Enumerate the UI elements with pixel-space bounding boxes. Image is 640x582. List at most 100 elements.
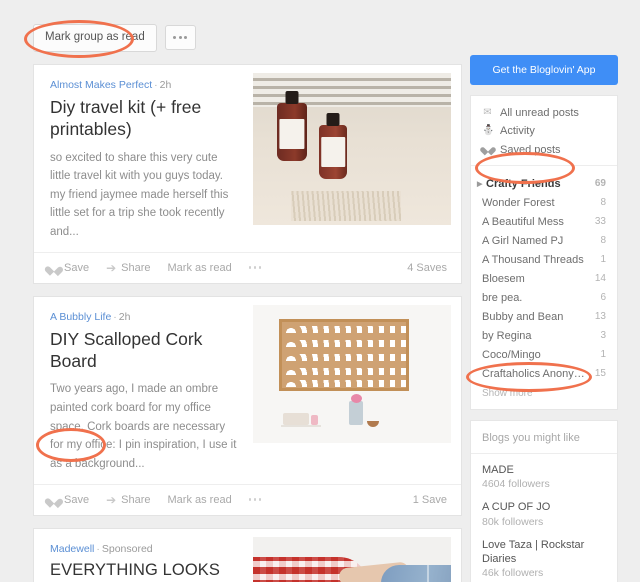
blog-row[interactable]: Coco/Mingo 1: [471, 345, 617, 364]
post-title[interactable]: Diy travel kit (+ free printables): [50, 96, 237, 141]
post-body: A Bubbly Life · 2h DIY Scalloped Cork Boar…: [34, 296, 461, 484]
blog-unread-count: 8: [600, 235, 606, 246]
get-app-button[interactable]: Get the Bloglovin' App: [470, 55, 618, 85]
suggested-blog-name: MADE: [482, 464, 514, 476]
blog-name: by Regina: [482, 329, 532, 342]
share-label: Share: [121, 261, 151, 274]
blog-unread-count: 6: [600, 292, 606, 303]
post-source-separator: ·: [113, 310, 117, 323]
share-arrow-icon: ➔: [106, 260, 117, 275]
ellipsis-icon: [173, 36, 188, 40]
post-more-icon[interactable]: [248, 266, 262, 269]
post-body: Madewell·Sponsored EVERYTHING LOOKS BETT…: [34, 528, 461, 582]
blog-row[interactable]: A Girl Named PJ 8: [471, 231, 617, 250]
heart-icon: [48, 494, 59, 505]
save-count: 1 Save: [412, 493, 447, 506]
suggestions-panel: Blogs you might like MADE 4604 followers…: [470, 420, 618, 582]
post-more-icon[interactable]: [248, 498, 262, 501]
blog-group-list: ▶ Crafty Friends 69 Wonder Forest 8 A Be…: [471, 166, 617, 409]
blog-name: Craftaholics Anonym...: [482, 367, 589, 380]
cork-board-photo: [253, 304, 451, 443]
sidebar-item-saved-posts[interactable]: Saved posts: [471, 140, 617, 159]
heart-icon: [48, 262, 59, 273]
blog-group-count: 69: [594, 178, 606, 189]
post-body: Almost Makes Perfect · 2h Diy travel kit (…: [34, 64, 461, 252]
suggested-blog[interactable]: MADE 4604 followers: [471, 454, 617, 491]
blog-row[interactable]: bre pea. 6: [471, 288, 617, 307]
feed-column: Mark group as read Almost Makes Perfect ·…: [33, 0, 462, 582]
share-button[interactable]: ➔ Share: [106, 494, 150, 506]
right-sidebar: Get the Bloglovin' App ✉ All unread post…: [470, 0, 618, 582]
post-source-line: Almost Makes Perfect · 2h: [50, 79, 237, 91]
blog-row[interactable]: Bloesem 14: [471, 269, 617, 288]
suggestions-title: Blogs you might like: [471, 421, 617, 454]
post-action-bar: Save ➔ Share Mark as read 4 Saves: [34, 251, 461, 283]
post-thumbnail[interactable]: [253, 64, 461, 252]
sidebar-item-label: All unread posts: [500, 107, 579, 119]
suggested-blog[interactable]: Love Taza | Rockstar Diaries 46k followe…: [471, 529, 617, 581]
post-card[interactable]: Almost Makes Perfect · 2h Diy travel kit (…: [33, 63, 462, 284]
blog-row[interactable]: Bubby and Bean 13: [471, 307, 617, 326]
blog-row[interactable]: A Beautiful Mess 33: [471, 212, 617, 231]
person-icon: ⛄: [482, 125, 495, 136]
blog-row[interactable]: by Regina 3: [471, 326, 617, 345]
post-source-separator: ·: [154, 78, 158, 91]
post-excerpt: so excited to share this very cute littl…: [50, 151, 229, 239]
mark-as-read-button[interactable]: Mark as read: [168, 262, 232, 274]
show-more-link[interactable]: Show more: [471, 383, 617, 409]
post-source-name[interactable]: Almost Makes Perfect: [50, 79, 152, 91]
suggested-blog-followers: 80k followers: [482, 515, 544, 528]
blog-name: A Thousand Threads: [482, 253, 584, 266]
post-title[interactable]: EVERYTHING LOOKS BETTER IN BLUE: [50, 560, 237, 582]
blog-group-crafty-friends[interactable]: ▶ Crafty Friends 69: [471, 174, 617, 193]
post-title[interactable]: DIY Scalloped Cork Board: [50, 328, 237, 373]
feed-toolbar: Mark group as read: [33, 0, 462, 64]
suggested-blog-name: A CUP OF JO: [482, 501, 551, 514]
post-source-name[interactable]: A Bubbly Life: [50, 311, 111, 323]
denim-photo: [253, 536, 451, 582]
post-card[interactable]: A Bubbly Life · 2h DIY Scalloped Cork Boar…: [33, 295, 462, 516]
blog-row[interactable]: Craftaholics Anonym... 15: [471, 364, 617, 383]
post-text: A Bubbly Life · 2h DIY Scalloped Cork Boar…: [34, 297, 253, 484]
chevron-right-icon: ▶: [477, 180, 483, 188]
blog-row[interactable]: Wonder Forest 8: [471, 193, 617, 212]
blog-unread-count: 1: [600, 349, 606, 360]
suggested-blog-followers: 4604 followers: [482, 478, 550, 491]
blog-name: Coco/Mingo: [482, 348, 541, 361]
post-text: Madewell·Sponsored EVERYTHING LOOKS BETT…: [34, 529, 253, 582]
cork-board-shape: [279, 318, 409, 391]
save-count: 4 Saves: [407, 261, 447, 274]
post-timestamp: 2h: [118, 310, 131, 323]
save-label: Save: [64, 261, 90, 274]
blog-name: Wonder Forest: [482, 196, 555, 209]
post-action-bar: Save ➔ Share Mark as read 1 Save: [34, 483, 461, 515]
feed-more-options-button[interactable]: [164, 25, 196, 51]
suggested-blog[interactable]: A CUP OF JO 80k followers: [471, 491, 617, 528]
blog-name: A Beautiful Mess: [482, 215, 564, 228]
mark-group-as-read-button[interactable]: Mark group as read: [33, 24, 157, 52]
sidebar-item-all-unread-posts[interactable]: ✉ All unread posts: [471, 104, 617, 122]
blogs-panel: ✉ All unread posts ⛄ Activity Saved post…: [470, 95, 618, 410]
post-thumbnail[interactable]: [253, 528, 461, 582]
mark-as-read-button[interactable]: Mark as read: [168, 494, 232, 506]
post-card-sponsored[interactable]: Madewell·Sponsored EVERYTHING LOOKS BETT…: [33, 527, 462, 582]
blog-name: Bubby and Bean: [482, 310, 564, 323]
sidebar-item-activity[interactable]: ⛄ Activity: [471, 122, 617, 140]
share-button[interactable]: ➔ Share: [106, 262, 150, 274]
post-thumbnail[interactable]: [253, 296, 461, 484]
travel-kit-photo: [253, 72, 451, 225]
heart-icon: [482, 143, 493, 156]
save-button[interactable]: Save: [48, 262, 89, 274]
share-arrow-icon: ➔: [106, 492, 117, 507]
bloglovin-feed-page: Mark group as read Almost Makes Perfect ·…: [0, 0, 640, 582]
blog-row[interactable]: A Thousand Threads 1: [471, 250, 617, 269]
sponsored-badge: Sponsored: [101, 542, 153, 555]
blog-unread-count: 33: [594, 216, 606, 227]
post-source-name[interactable]: Madewell: [50, 543, 94, 555]
post-source-line: A Bubbly Life · 2h: [50, 311, 237, 323]
post-text: Almost Makes Perfect · 2h Diy travel kit (…: [34, 65, 253, 252]
blog-name: A Girl Named PJ: [482, 234, 564, 247]
suggested-blog-followers: 46k followers: [482, 567, 544, 580]
save-button[interactable]: Save: [48, 494, 89, 506]
blog-unread-count: 14: [594, 273, 606, 284]
